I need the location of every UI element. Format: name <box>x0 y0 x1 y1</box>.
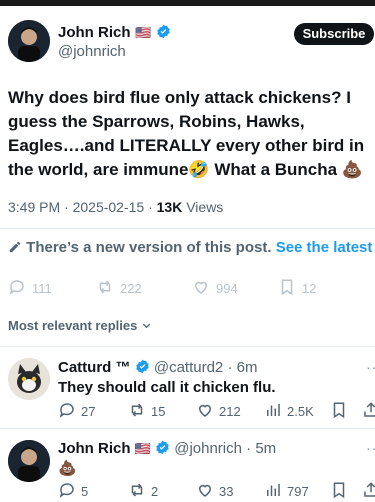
like-count: 33 <box>219 484 234 499</box>
verified-badge-icon <box>155 440 170 459</box>
like-count: 212 <box>219 404 241 419</box>
divider <box>0 228 375 229</box>
reply-author-handle[interactable]: @johnrich <box>174 440 242 457</box>
bookmark-button[interactable] <box>330 481 348 502</box>
see-latest-link[interactable]: See the latest <box>276 239 373 256</box>
replies-sort-dropdown[interactable]: Most relevant replies <box>8 318 152 334</box>
reply-icon <box>58 401 76 422</box>
repost-button[interactable]: 15 <box>128 401 165 422</box>
pencil-icon <box>8 240 22 258</box>
reply-text: They should call it chicken flu. <box>58 379 276 396</box>
share-button[interactable] <box>362 401 375 422</box>
status-bar <box>0 0 375 6</box>
reply-actions: 27 15 212 2.5K <box>58 401 375 421</box>
author-handle[interactable]: @johnrich <box>58 43 126 60</box>
avatar-image <box>8 440 50 482</box>
reply-actions: 5 2 33 797 <box>58 481 375 501</box>
repost-button[interactable]: 2 <box>128 481 158 502</box>
reply-count: 27 <box>81 404 96 419</box>
divider <box>0 428 375 429</box>
views-chart-icon <box>264 401 282 422</box>
repost-stat[interactable]: 222 <box>96 278 142 299</box>
views-count: 797 <box>287 484 309 499</box>
heart-icon <box>196 481 214 502</box>
reply-button[interactable]: 5 <box>58 481 88 502</box>
post-stats: 111 222 994 12 <box>8 278 368 300</box>
author-name[interactable]: John Rich <box>58 24 131 41</box>
more-options-icon[interactable]: ·· <box>366 440 375 456</box>
flag-icon: 🇺🇸 <box>134 25 152 40</box>
avatar[interactable] <box>8 440 50 482</box>
reply-age: · 6m <box>223 359 258 376</box>
repost-count: 2 <box>151 484 159 499</box>
bookmark-icon <box>278 278 296 299</box>
like-button[interactable]: 33 <box>196 481 233 502</box>
repost-count: 15 <box>151 404 166 419</box>
views-button[interactable]: 797 <box>264 481 309 502</box>
reply-text: 💩 <box>58 460 77 477</box>
avatar[interactable] <box>8 358 50 400</box>
heart-icon <box>192 278 210 299</box>
chevron-down-icon <box>141 319 152 334</box>
avatar[interactable] <box>8 20 50 62</box>
views-chart-icon <box>264 481 282 502</box>
reply-button[interactable]: 27 <box>58 401 95 422</box>
views-button[interactable]: 2.5K <box>264 401 314 422</box>
reply-author-line: Catturd ™ @catturd2 · 6m <box>58 359 257 378</box>
reply-author-name[interactable]: John Rich <box>58 440 131 457</box>
divider <box>0 346 375 347</box>
heart-icon <box>196 401 214 422</box>
bookmark-icon <box>330 481 348 502</box>
post-text: Why does bird flue only attack chickens?… <box>8 88 365 179</box>
post-meta: 3:49 PM · 2025-02-15 · 13K Views <box>8 199 223 215</box>
views-count: 13K <box>156 199 183 215</box>
new-version-text: There’s a new version of this post. <box>26 239 272 256</box>
share-icon <box>362 481 375 502</box>
repost-icon <box>96 278 114 299</box>
like-button[interactable]: 212 <box>196 401 241 422</box>
more-options-icon[interactable]: ·· <box>366 359 375 375</box>
reply-author-line: John Rich 🇺🇸 @johnrich · 5m <box>58 440 276 459</box>
avatar-image <box>8 20 50 62</box>
author-line: John Rich 🇺🇸 <box>58 24 171 44</box>
reply-author-name[interactable]: Catturd ™ <box>58 359 131 376</box>
post-timestamp[interactable]: 3:49 PM · 2025-02-15 · <box>8 199 157 215</box>
reply-count: 5 <box>81 484 89 499</box>
bookmark-icon <box>330 401 348 422</box>
reply-icon <box>58 481 76 502</box>
replies-sort-label: Most relevant replies <box>8 318 138 333</box>
bookmark-button[interactable] <box>330 401 348 422</box>
reply-stat[interactable]: 111 <box>8 278 52 299</box>
bookmark-stat[interactable]: 12 <box>278 278 316 299</box>
new-version-notice: There’s a new version of this post. See … <box>8 239 372 258</box>
flag-icon: 🇺🇸 <box>134 441 151 456</box>
like-stat[interactable]: 994 <box>192 278 238 299</box>
reply-count: 111 <box>32 281 52 296</box>
bookmark-count: 12 <box>302 281 317 296</box>
views-label: Views <box>182 199 224 215</box>
share-icon <box>362 401 375 422</box>
verified-badge-icon <box>156 24 171 44</box>
repost-count: 222 <box>120 281 142 296</box>
like-count: 994 <box>216 281 238 296</box>
cat-avatar-image <box>8 358 50 400</box>
views-count: 2.5K <box>287 404 314 419</box>
subscribe-button[interactable]: Subscribe <box>294 23 374 45</box>
reply-age: · 5m <box>241 440 277 457</box>
reply-icon <box>8 278 26 299</box>
verified-badge-icon <box>135 359 150 378</box>
share-button[interactable] <box>362 481 375 502</box>
repost-icon <box>128 481 146 502</box>
repost-icon <box>128 401 146 422</box>
reply-author-handle[interactable]: @catturd2 <box>154 359 223 376</box>
